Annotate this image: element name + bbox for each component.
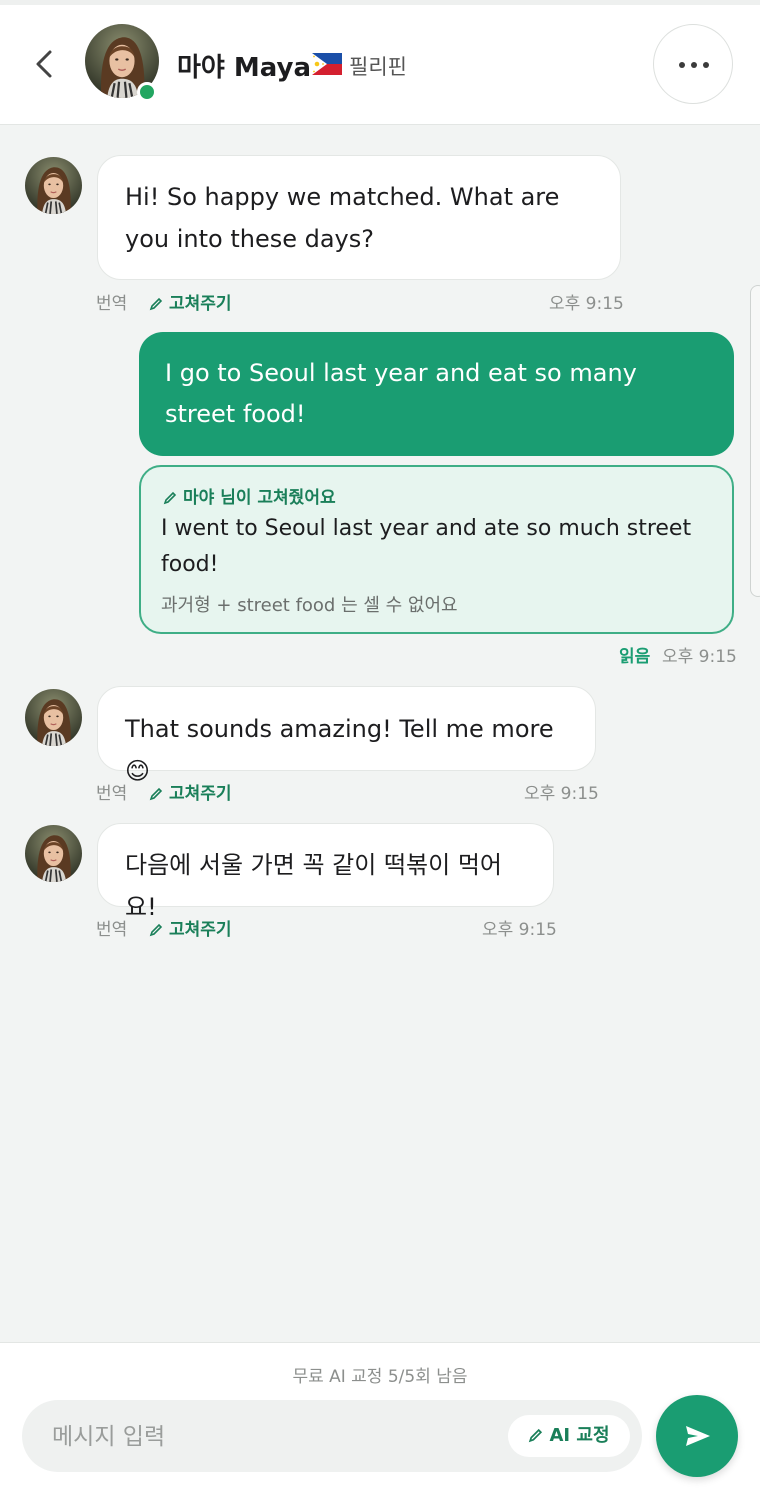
message-time: 오후 9:15 (662, 647, 737, 667)
correction-text: I went to Seoul last year and ate so muc… (161, 516, 692, 577)
more-dot-icon (679, 62, 685, 68)
contact-name: 마야 Maya (177, 53, 312, 83)
pencil-icon (149, 923, 163, 937)
message-text: 다음에 서울 가면 꼭 같이 떡볶이 먹어요! (125, 851, 502, 921)
back-button[interactable] (28, 47, 62, 81)
message-text: Hi! So happy we matched. What are you in… (125, 183, 560, 253)
message-text: That sounds amazing! Tell me more 😊 (125, 715, 554, 785)
chevron-left-icon (36, 50, 52, 78)
pencil-icon (149, 787, 163, 801)
message-time: 오후 9:15 (549, 294, 624, 314)
message-text: I go to Seoul last year and eat so many … (165, 359, 637, 428)
send-button[interactable] (656, 1395, 738, 1477)
chat-header: 마야 Maya 필리핀 (0, 5, 760, 125)
more-dot-icon (703, 62, 709, 68)
more-options-button[interactable] (653, 24, 733, 104)
correction-note: 과거형 + street food 는 셀 수 없어요 (161, 595, 458, 616)
pencil-icon (149, 297, 163, 311)
fix-button[interactable]: 고쳐주기 (149, 289, 232, 314)
fix-button[interactable]: 고쳐주기 (149, 915, 232, 940)
message-bubble-incoming[interactable]: 다음에 서울 가면 꼭 같이 떡볶이 먹어요! (97, 823, 554, 921)
message-bubble-incoming[interactable]: That sounds amazing! Tell me more 😊 (97, 686, 596, 785)
fix-label: 고쳐주기 (169, 294, 232, 314)
read-receipt: 읽음 (619, 647, 651, 667)
message-bubble-outgoing[interactable]: I go to Seoul last year and eat so many … (139, 332, 734, 456)
scrollbar[interactable] (750, 285, 760, 597)
partner-avatar[interactable] (25, 689, 82, 746)
correction-title-label: 마야 님이 고쳐줬어요 (183, 488, 336, 508)
send-icon (686, 1426, 710, 1446)
ai-correction-label: AI 교정 (549, 1425, 610, 1446)
more-dot-icon (691, 62, 697, 68)
correction-title: 마야 님이 고쳐줬어요 (163, 483, 336, 508)
partner-avatar[interactable] (25, 157, 82, 214)
composer: 무료 AI 교정 5/5회 남음 AI 교정 (0, 1342, 760, 1492)
translate-button[interactable]: 번역 (96, 779, 127, 804)
contact-country: 필리핀 (349, 55, 407, 79)
philippines-flag-icon (312, 53, 342, 75)
message-time: 오후 9:15 (482, 920, 557, 940)
ai-quota-text: 무료 AI 교정 5/5회 남음 (292, 1367, 468, 1387)
fix-label: 고쳐주기 (169, 920, 232, 940)
fix-label: 고쳐주기 (169, 784, 232, 804)
correction-card[interactable]: 마야 님이 고쳐줬어요 I went to Seoul last year an… (139, 465, 734, 634)
translate-button[interactable]: 번역 (96, 289, 127, 314)
ai-correction-button[interactable]: AI 교정 (508, 1415, 630, 1457)
message-bubble-incoming[interactable]: Hi! So happy we matched. What are you in… (97, 155, 621, 280)
pencil-icon (163, 491, 177, 505)
online-status-dot (137, 82, 157, 102)
translate-button[interactable]: 번역 (96, 915, 127, 940)
partner-avatar[interactable] (25, 825, 82, 882)
fix-button[interactable]: 고쳐주기 (149, 779, 232, 804)
pencil-icon (529, 1428, 543, 1443)
message-time: 오후 9:15 (524, 784, 599, 804)
message-input[interactable] (50, 1416, 494, 1458)
message-input-wrap: AI 교정 (22, 1400, 642, 1472)
